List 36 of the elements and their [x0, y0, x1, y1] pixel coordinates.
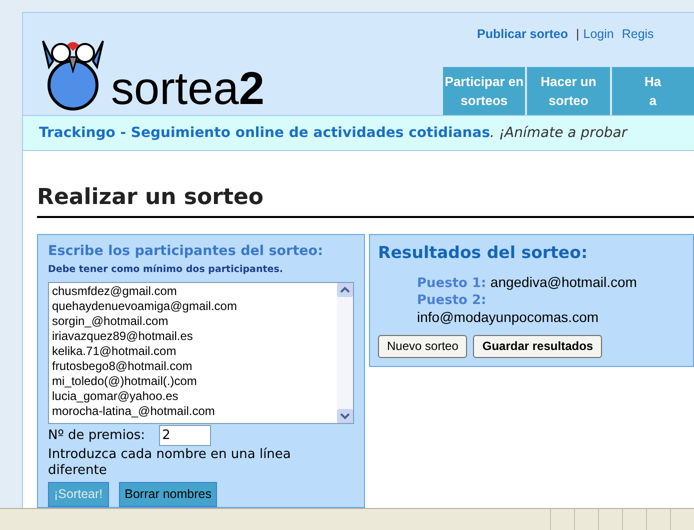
nav-tab[interactable]: Participar en sorteos: [443, 67, 526, 115]
participant-entry: kelika.71@hotmail.com: [52, 344, 178, 358]
header-link[interactable]: Login: [583, 25, 614, 44]
participant-entry: mi_toledo(@)hotmail(.)com: [52, 374, 198, 388]
banner-text: . ¡Anímate a probar: [490, 124, 628, 142]
nav-tab[interactable]: Ha a: [612, 67, 694, 115]
page-heading: Realizar un sorteo: [37, 181, 694, 218]
form-button[interactable]: Borrar nombres: [118, 482, 218, 507]
scroll-up-icon[interactable]: [337, 282, 353, 296]
bird-logo-icon: [39, 39, 107, 111]
panel-title: Resultados del sorteo:: [378, 242, 589, 264]
participant-entry: frutosbego8@hotmail.com: [52, 358, 194, 374]
prizes-label: Nº de premios:: [48, 426, 146, 445]
participant-entry: morocha-latina_@hotmail.com: [52, 404, 216, 418]
scroll-down-icon[interactable]: [337, 409, 353, 423]
banner-link[interactable]: Trackingo - Seguimiento online de actividades cotidianas: [39, 122, 490, 144]
scrollbar[interactable]: [337, 282, 353, 423]
result-button[interactable]: Guardar resultados: [473, 334, 602, 358]
participant-entry: sorgin_@hotmail.com: [52, 314, 170, 328]
panel-title: Escribe los participantes del sorteo:: [48, 242, 324, 261]
header-link[interactable]: Publicar sorteo: [477, 25, 568, 44]
participant-entry: quehaydenuevoamiga@gmail.com: [52, 298, 238, 314]
result-button[interactable]: Nuevo sorteo: [378, 334, 468, 358]
prizes-input[interactable]: 2: [159, 425, 212, 446]
result-line: Puesto 2: info@modayunpocomas.com: [417, 292, 600, 327]
participant-entry: lucia_gomar@yahoo.es: [52, 388, 180, 404]
result-line: Puesto 1: angediva@hotmail.com: [417, 274, 638, 292]
hint-text: Introduzca cada nombre en una línea diferente: [48, 447, 292, 479]
separator-text: |: [576, 26, 580, 43]
participants-textarea[interactable]: [48, 282, 354, 424]
site-logo-text: sortea2: [111, 65, 264, 111]
panel-note: Debe tener como mínimo dos participantes.: [48, 263, 284, 278]
participant-entry: iriavazquez89@hotmail.es: [52, 328, 194, 344]
header-link[interactable]: Regis: [622, 25, 654, 44]
nav-tab[interactable]: Hacer un sorteo: [527, 67, 610, 115]
participant-entry: chusmfdez@gmail.com: [52, 284, 178, 298]
